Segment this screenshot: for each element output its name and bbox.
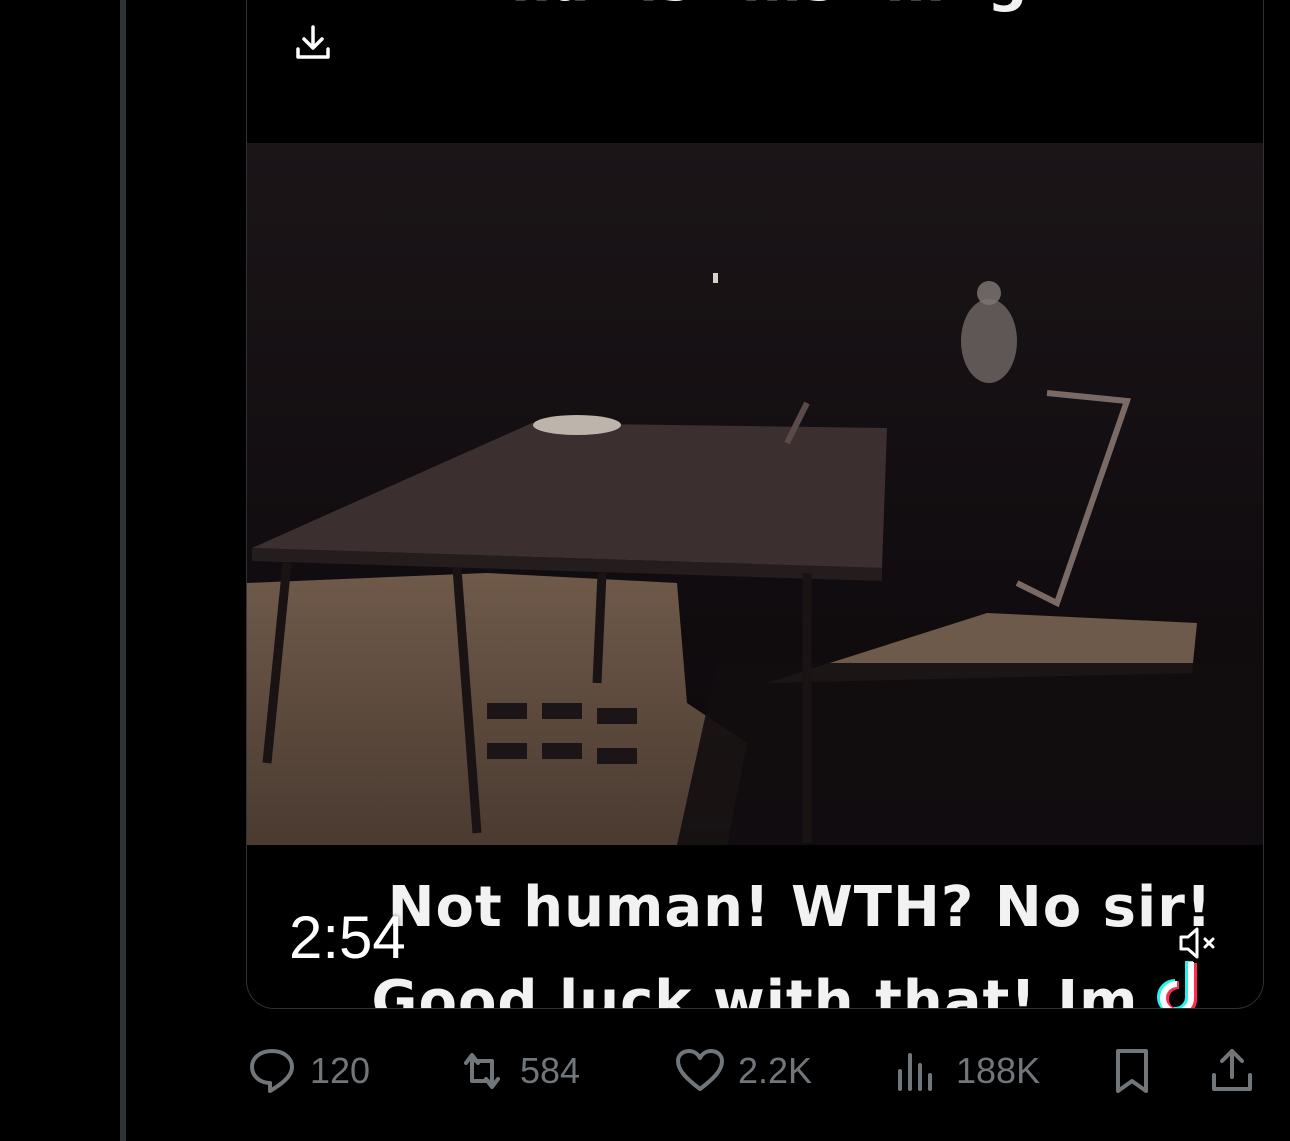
bookmark-button[interactable] [1106, 1040, 1170, 1102]
reply-count: 120 [310, 1050, 371, 1091]
video-caption-top: What is this thing? [247, 0, 1263, 14]
repost-icon [464, 1053, 500, 1089]
heart-icon [676, 1049, 724, 1091]
download-icon[interactable] [293, 23, 333, 63]
bookmark-icon [1116, 1049, 1148, 1093]
like-button[interactable]: 2.2K [674, 1040, 812, 1102]
thread-line [120, 0, 126, 1141]
share-button[interactable] [1206, 1040, 1270, 1102]
reply-icon [250, 1049, 294, 1093]
repost-count: 584 [520, 1050, 581, 1091]
reply-button[interactable]: 120 [246, 1040, 370, 1102]
tweet-actions: 120 584 2.2K 188K [246, 1040, 1262, 1102]
video-player[interactable]: What is this thing? [246, 0, 1264, 1009]
views-icon [898, 1053, 932, 1091]
video-timer: 2:54 [289, 904, 406, 971]
views-button[interactable]: 188K [892, 1040, 1040, 1102]
views-count: 188K [956, 1050, 1041, 1091]
repost-button[interactable]: 584 [456, 1040, 580, 1102]
video-caption-line-2: Good luck with that! Im [371, 969, 1139, 1009]
tiktok-icon [1157, 961, 1197, 1008]
share-icon [1212, 1049, 1252, 1091]
like-count: 2.2K [738, 1050, 813, 1091]
video-frame [247, 143, 1263, 845]
